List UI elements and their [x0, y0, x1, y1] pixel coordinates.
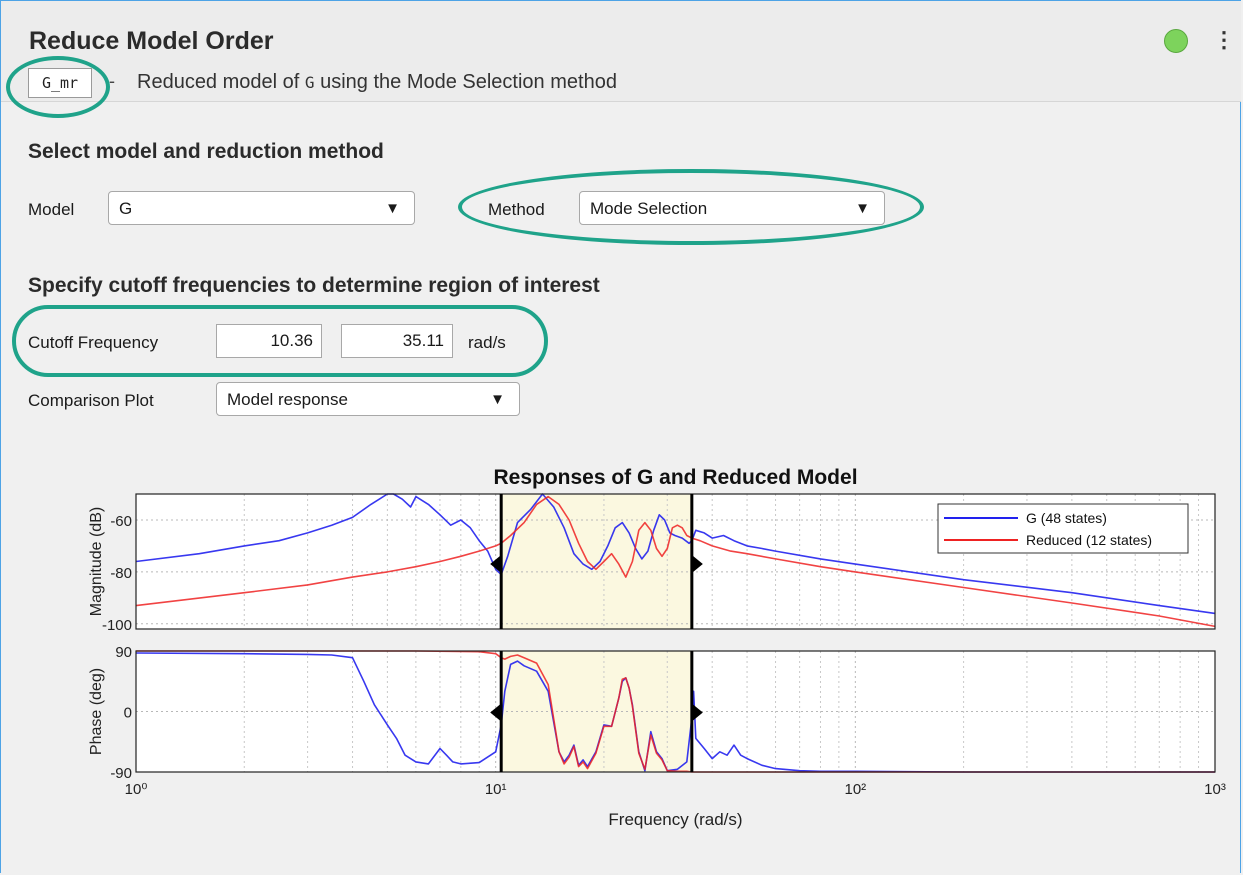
summary-model: G [304, 73, 315, 92]
x-tick-label: 10² [844, 781, 866, 798]
phase-subplot: 90 0 -90 [110, 644, 1216, 782]
cutoff-frequency-label: Cutoff Frequency [28, 333, 159, 352]
summary-suffix: using the Mode Selection method [314, 71, 617, 93]
y-tick-label: -60 [110, 513, 132, 530]
y-tick-label: -100 [102, 617, 132, 634]
more-options-icon[interactable]: ⋮ [1213, 25, 1235, 55]
comparison-plot-label: Comparison Plot [28, 391, 154, 410]
model-label: Model [28, 200, 75, 219]
legend-entry: Reduced (12 states) [1026, 532, 1152, 548]
method-label: Method [488, 200, 545, 219]
cutoff-unit-label: rad/s [468, 333, 506, 352]
cutoff-low-input[interactable]: 10.36 [216, 324, 322, 358]
task-title: Reduce Model Order [29, 27, 274, 55]
y-axis-label: Magnitude (dB) [88, 507, 105, 616]
chart-title: Responses of G and Reduced Model [493, 466, 857, 489]
output-variable-field[interactable]: G_mr [28, 68, 92, 98]
header-separator: - [109, 71, 115, 91]
x-tick-label: 10⁰ [125, 781, 148, 798]
chevron-down-icon: ▼ [385, 200, 400, 217]
response-plot[interactable]: -60 -80 -100 G (48 states) Reduced (12 state… [0, 440, 1243, 835]
magnitude-subplot: -60 -80 -100 G (48 states) Reduced (12 state… [102, 493, 1216, 634]
model-dropdown[interactable]: G ▼ [108, 191, 415, 225]
x-tick-label: 10³ [1204, 781, 1226, 798]
method-dropdown-value: Mode Selection [590, 199, 708, 218]
comparison-plot-value: Model response [227, 390, 348, 409]
summary-prefix: Reduced model of [137, 71, 305, 93]
cutoff-high-input[interactable]: 35.11 [341, 324, 453, 358]
chevron-down-icon: ▼ [855, 200, 870, 217]
y-tick-label: -90 [110, 765, 132, 782]
task-summary: Reduced model of G using the Mode Select… [137, 71, 617, 94]
section-heading-cutoff: Specify cutoff frequencies to determine … [28, 274, 600, 297]
x-tick-label: 10¹ [485, 781, 507, 798]
task-header: Reduce Model Order G_mr - Reduced model … [1, 1, 1241, 102]
method-dropdown[interactable]: Mode Selection ▼ [579, 191, 885, 225]
comparison-plot-dropdown[interactable]: Model response ▼ [216, 382, 520, 416]
chevron-down-icon: ▼ [490, 391, 505, 408]
legend-entry: G (48 states) [1026, 510, 1107, 526]
y-axis-label: Phase (deg) [88, 668, 105, 755]
model-dropdown-value: G [119, 199, 133, 218]
x-axis-label: Frequency (rad/s) [608, 810, 742, 829]
y-tick-label: -80 [110, 565, 132, 582]
status-indicator-icon [1164, 29, 1188, 53]
y-tick-label: 90 [115, 644, 132, 661]
section-heading-model: Select model and reduction method [28, 140, 384, 163]
y-tick-label: 0 [124, 705, 132, 722]
